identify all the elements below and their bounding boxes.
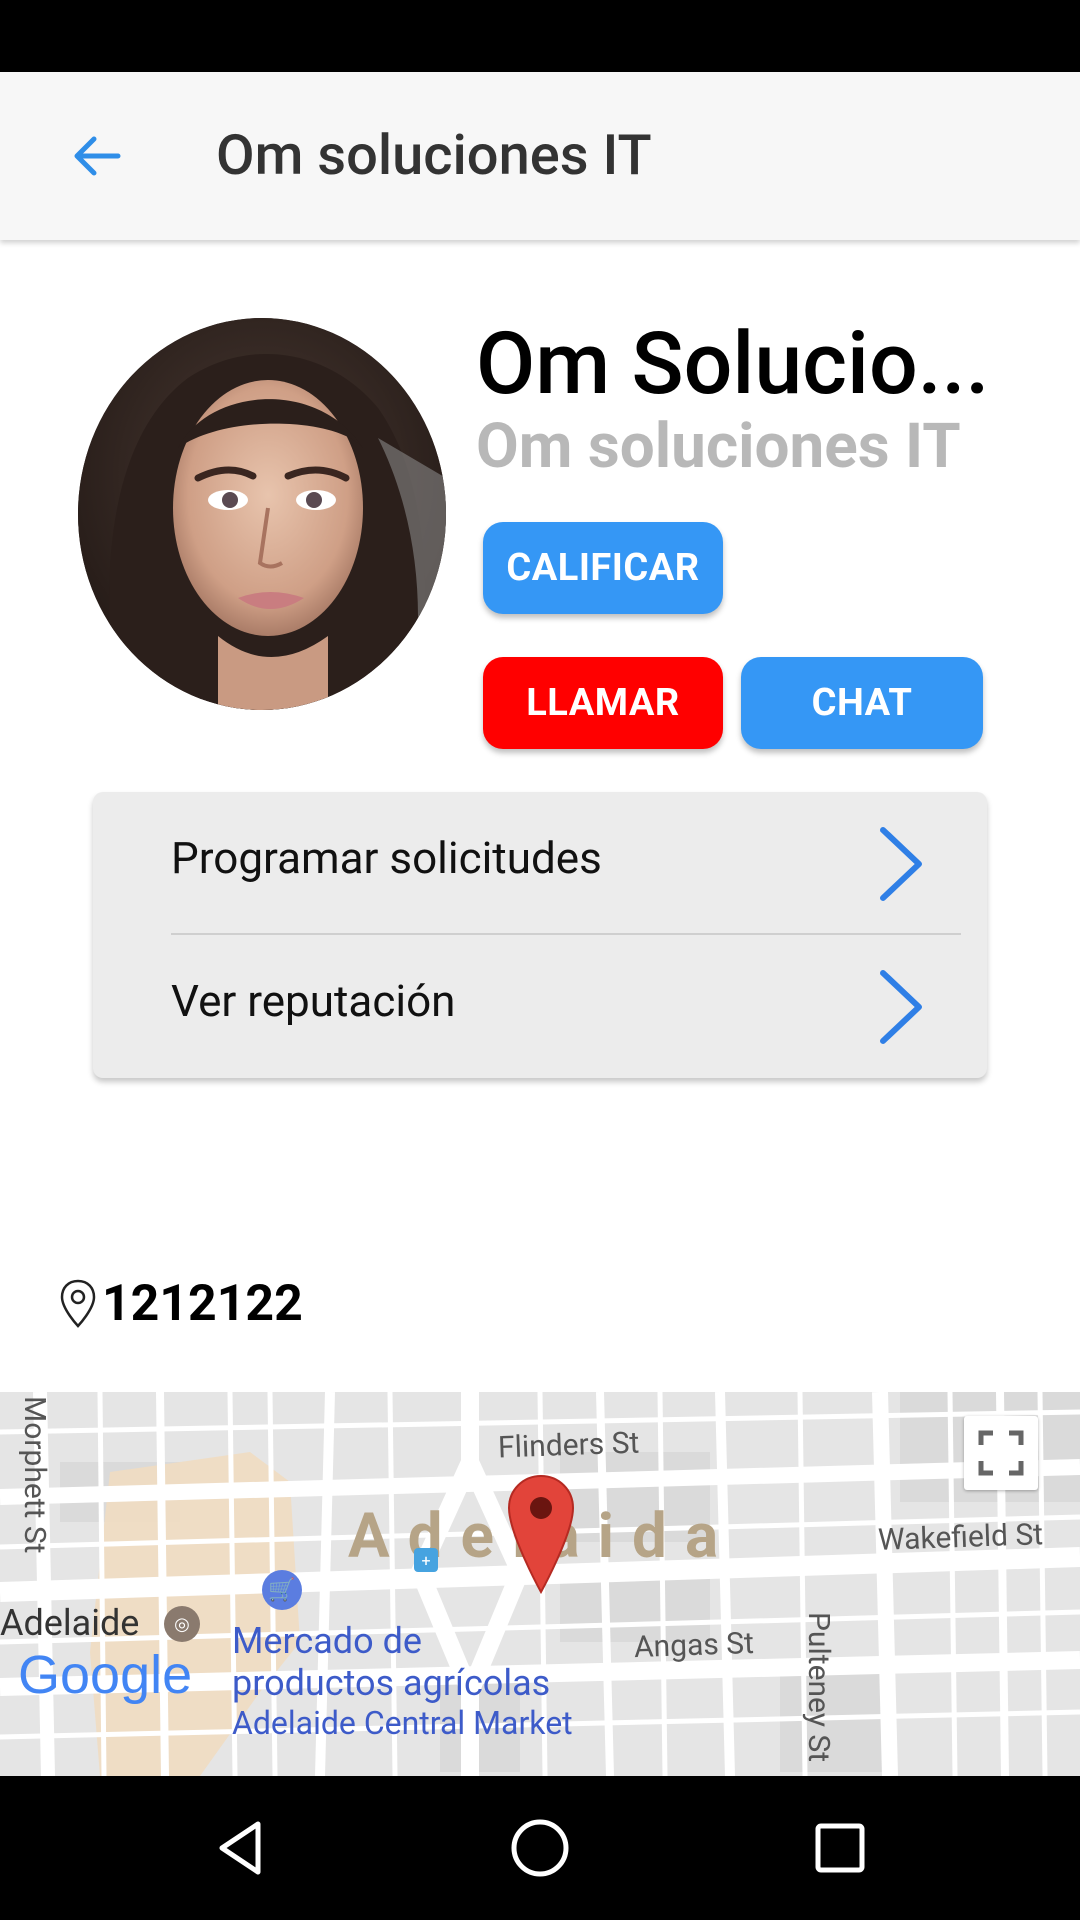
circle-home-icon [511,1819,569,1877]
system-nav-bar [0,1776,1080,1920]
street-label-angas: Angas St [633,1625,755,1666]
google-logo: Google [18,1645,193,1705]
fullscreen-icon [978,1430,1024,1476]
poi-adelaide: Adelaide [0,1602,140,1644]
app-bar: Om soluciones IT [0,72,1080,240]
fullscreen-button[interactable] [964,1416,1038,1490]
call-button[interactable]: LLAMAR [483,657,723,749]
nav-recents-button[interactable] [800,1808,880,1888]
nav-back-button[interactable] [200,1808,280,1888]
menu-item-view-reputation[interactable]: Ver reputación [93,935,987,1078]
page-title: Om soluciones IT [216,122,652,188]
street-label-flinders: Flinders St [497,1425,640,1466]
profile-content: Om Solucio... Om soluciones IT CALIFICAR… [0,240,1080,1776]
options-card: Programar solicitudes Ver reputación [93,792,987,1078]
profile-name: Om Solucio... [476,313,990,414]
profile-photo [78,318,446,710]
menu-item-label: Ver reputación [171,975,456,1027]
rate-button[interactable]: CALIFICAR [483,522,723,614]
triangle-back-icon [219,1821,261,1875]
chevron-right-icon [880,970,922,1044]
status-bar [0,0,1080,72]
nav-home-button[interactable] [500,1808,580,1888]
map-marker-icon [507,1474,575,1594]
back-button[interactable] [52,112,140,200]
address-row: 1212122 [58,1278,303,1330]
poi-market-line-3: Adelaide Central Market [232,1704,573,1742]
street-label-wakefield: Wakefield St [877,1517,1044,1558]
map-view[interactable]: Flinders St Wakefield St Angas St Pulten… [0,1392,1080,1776]
hospital-icon: + [414,1548,438,1572]
arrow-left-icon [74,136,121,176]
street-label-pulteney: Pulteney St [801,1612,836,1763]
location-pin-icon [60,1279,96,1328]
chevron-right-icon [880,827,922,901]
menu-item-label: Programar solicitudes [171,832,602,884]
cart-icon: 🛒 [262,1570,302,1610]
poi-market-line-1: Mercado de [232,1620,422,1662]
address-text: 1212122 [102,1275,303,1333]
square-recents-icon [815,1823,865,1873]
menu-item-schedule-requests[interactable]: Programar solicitudes [93,792,987,935]
camera-icon: ◎ [164,1606,200,1642]
avatar [78,318,446,710]
chat-button[interactable]: CHAT [741,657,983,749]
profile-subtitle: Om soluciones IT [476,410,961,483]
street-label-morphett: Morphett St [17,1396,52,1554]
poi-market-line-2: productos agrícolas [232,1662,551,1704]
